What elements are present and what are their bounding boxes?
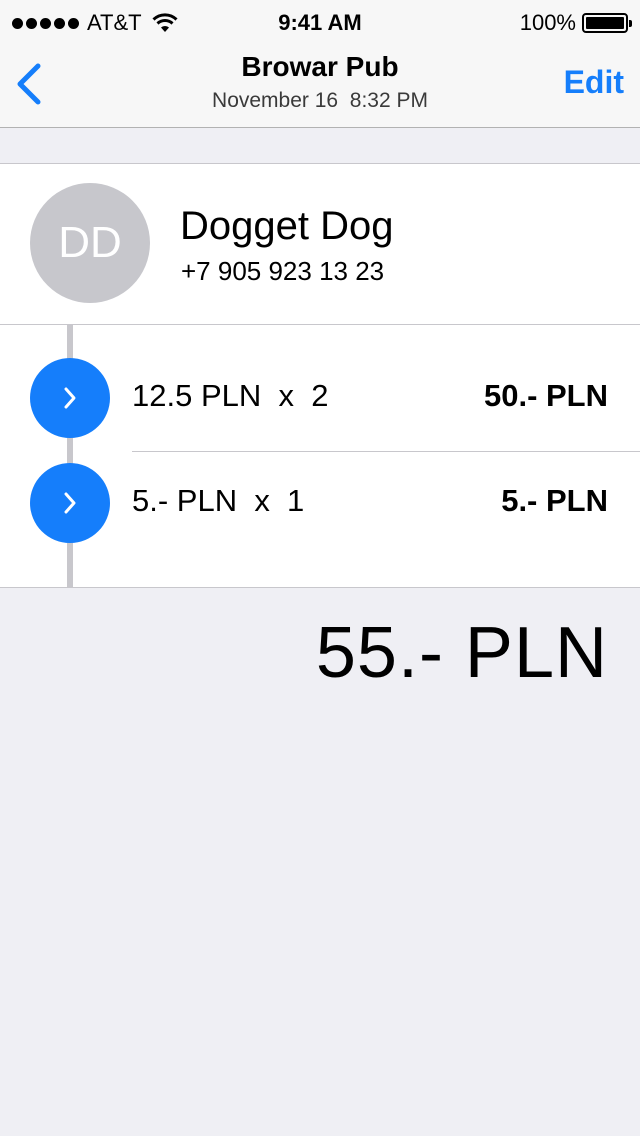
navigation-bar: Browar Pub November 16 8:32 PM Edit: [0, 40, 640, 128]
avatar: DD: [30, 183, 150, 303]
item-total: 5.- PLN: [501, 483, 608, 518]
list-item[interactable]: 5.- PLN x 1 5.- PLN: [0, 451, 640, 555]
status-right: 100%: [519, 10, 632, 36]
expand-item-button[interactable]: [30, 358, 110, 438]
edit-button[interactable]: Edit: [564, 64, 624, 101]
chevron-right-icon: [64, 387, 76, 409]
back-button[interactable]: [14, 62, 48, 106]
battery-percentage: 100%: [519, 10, 576, 35]
grand-total: 55.- PLN: [315, 613, 608, 693]
expand-item-button[interactable]: [30, 463, 110, 543]
status-bar: AT&T 9:41 AM 100%: [0, 0, 640, 40]
page-subtitle-datetime: November 16 8:32 PM: [212, 89, 428, 112]
bill-detail-screen: AT&T 9:41 AM 100% Browar Pub November 16: [0, 0, 640, 1136]
item-total: 50.- PLN: [483, 378, 608, 413]
items-list: 12.5 PLN x 2 50.- PLN 5.- PLN x 1 5.- PL…: [0, 325, 640, 588]
contact-card[interactable]: DD Dogget Dog +7 905 923 13 23: [0, 163, 640, 325]
item-description: 5.- PLN x 1: [132, 483, 305, 518]
item-description: 12.5 PLN x 2: [132, 378, 329, 413]
contact-phone: +7 905 923 13 23: [181, 256, 385, 286]
nav-titles: Browar Pub November 16 8:32 PM: [120, 50, 520, 116]
chevron-left-icon: [17, 63, 41, 105]
contact-name: Dogget Dog: [180, 204, 394, 248]
list-item[interactable]: 12.5 PLN x 2 50.- PLN: [0, 346, 640, 450]
page-title: Browar Pub: [241, 51, 399, 82]
chevron-right-icon: [64, 492, 76, 514]
battery-icon: [582, 13, 632, 33]
